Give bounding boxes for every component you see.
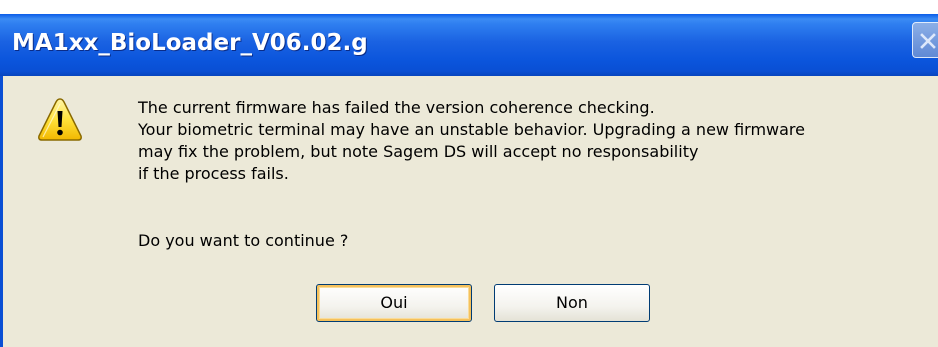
close-icon — [920, 33, 936, 49]
window-title: MA1xx_BioLoader_V06.02.g — [12, 30, 368, 56]
desktop-background — [0, 0, 938, 14]
message-line: if the process fails. — [138, 164, 289, 183]
no-button[interactable]: Non — [494, 284, 650, 322]
message-line: Your biometric terminal may have an unst… — [138, 120, 805, 139]
warning-icon — [38, 98, 82, 141]
window-left-border — [0, 76, 3, 347]
message-line: The current firmware has failed the vers… — [138, 98, 655, 117]
message-text: The current firmware has failed the vers… — [138, 97, 938, 185]
message-line: may fix the problem, but note Sagem DS w… — [138, 142, 699, 161]
yes-button[interactable]: Oui — [316, 284, 472, 322]
close-button[interactable] — [912, 22, 938, 58]
question-text: Do you want to continue ? — [138, 231, 349, 250]
